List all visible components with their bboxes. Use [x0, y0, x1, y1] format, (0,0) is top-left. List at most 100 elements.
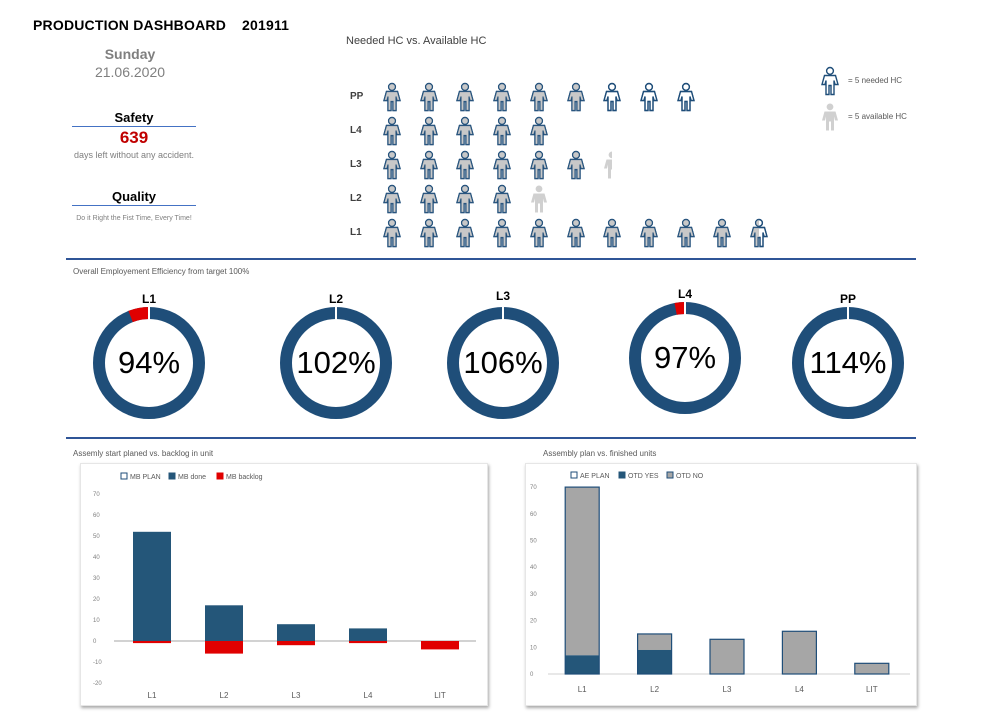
person-needed-available-icon	[492, 218, 512, 248]
donut-label: L1	[141, 292, 156, 306]
x-tick-label: L4	[364, 691, 373, 700]
donut-label: L3	[495, 289, 510, 303]
y-tick-label: 50	[530, 539, 537, 545]
legend-label: MB backlog	[226, 474, 263, 481]
bar-otd-no	[637, 633, 672, 650]
legend-item: AE PLAN	[570, 471, 610, 480]
y-tick-label: 20	[93, 597, 100, 603]
efficiency-title: Overall Employement Efficiency from targ…	[73, 267, 250, 276]
legend-swatch	[216, 472, 224, 480]
person-needed-available-icon	[529, 116, 549, 146]
donut-ring	[93, 307, 205, 419]
person-needed-available-icon	[382, 150, 402, 180]
person-needed-available-icon	[419, 116, 439, 146]
person-outline-icon	[602, 82, 622, 112]
person-outline-icon	[676, 82, 696, 112]
donut-ring	[280, 307, 392, 419]
bar-mb-done	[277, 624, 315, 641]
bar-mb-backlog	[133, 641, 171, 644]
headcount-row-label: L1	[350, 227, 362, 238]
efficiency-donut-pp	[792, 306, 904, 419]
y-tick-label: 10	[530, 645, 537, 651]
headcount-row-label: L3	[350, 159, 362, 170]
bar-mb-backlog	[349, 641, 387, 644]
donut-ring	[792, 307, 904, 419]
person-needed-available-icon	[492, 82, 512, 112]
person-needed-available-icon	[419, 150, 439, 180]
donut-value: 97%	[653, 340, 717, 375]
y-tick-label: 20	[530, 619, 537, 625]
headcount-row-label: L2	[350, 193, 362, 204]
person-needed-available-icon	[419, 82, 439, 112]
x-tick-label: LIT	[866, 685, 878, 694]
y-tick-label: 30	[530, 592, 537, 598]
donut-value: 114%	[809, 345, 887, 380]
x-tick-label: L1	[148, 691, 157, 700]
bar-mb-backlog	[421, 641, 459, 650]
person-needed-available-icon	[492, 184, 512, 214]
x-tick-label: L3	[723, 685, 732, 694]
section-divider	[66, 437, 916, 439]
bar-mb-done	[349, 628, 387, 641]
person-needed-available-icon	[492, 116, 512, 146]
person-needed-available-icon	[382, 218, 402, 248]
legend-label: AE PLAN	[580, 473, 610, 480]
y-tick-label: 40	[530, 565, 537, 571]
y-tick-label: 10	[93, 618, 100, 624]
bar-mb-backlog	[277, 641, 315, 646]
y-tick-label: 30	[93, 576, 100, 582]
y-tick-label: 40	[93, 555, 100, 561]
efficiency-donut-l4	[629, 301, 741, 414]
donut-ring	[447, 307, 559, 419]
y-tick-label: 0	[530, 672, 534, 678]
efficiency-donut-l2	[280, 306, 392, 419]
legend-needed-label: = 5 needed HC	[848, 76, 903, 85]
legend-label: MB PLAN	[130, 474, 161, 481]
efficiency-donut-l1	[93, 306, 205, 419]
y-tick-label: 60	[530, 512, 537, 518]
donut-value: 102%	[296, 345, 376, 380]
donut-value: 94%	[117, 345, 181, 380]
y-tick-label: -20	[93, 681, 102, 687]
person-needed-available-icon	[382, 82, 402, 112]
person-needed-available-icon	[602, 218, 622, 248]
person-filled-icon	[820, 100, 840, 134]
person-needed-available-icon	[749, 218, 769, 248]
donut-label: L2	[328, 292, 343, 306]
donut-value: 106%	[463, 345, 543, 380]
person-needed-available-icon	[676, 218, 696, 248]
legend-available-label: = 5 available HC	[848, 112, 907, 121]
finished-units-chart: 0 10 20 30 40 50 60 70 L1 L2 L3 L4 LIT AE PLAN OTD YES…	[525, 463, 917, 706]
legend-label: OTD YES	[628, 473, 659, 480]
person-filled-icon	[529, 184, 549, 214]
bar-otd-no	[565, 487, 600, 656]
legend-swatch	[168, 472, 176, 480]
legend-label: MB done	[178, 474, 206, 481]
legend-swatch	[570, 471, 578, 479]
person-needed-available-icon	[492, 150, 512, 180]
y-tick-label: 70	[530, 485, 537, 491]
person-filled-icon	[602, 150, 622, 180]
person-needed-available-icon	[455, 82, 475, 112]
y-tick-label: 0	[93, 639, 97, 645]
legend-swatch	[666, 471, 674, 479]
person-outline-icon	[820, 64, 840, 98]
bar-mb-backlog	[205, 641, 243, 654]
y-tick-label: 60	[93, 513, 100, 519]
person-filled-icon	[566, 116, 586, 146]
legend-swatch	[120, 472, 128, 480]
x-tick-label: LIT	[434, 691, 446, 700]
person-needed-available-icon	[455, 150, 475, 180]
legend-item: OTD YES	[618, 471, 659, 480]
y-tick-label: -10	[93, 660, 102, 666]
x-tick-label: L4	[795, 685, 804, 694]
person-needed-available-icon	[455, 184, 475, 214]
person-needed-available-icon	[566, 82, 586, 112]
headcount-pictogram: PP L4 L3 L2 L1	[0, 0, 1008, 260]
donut-label: L4	[677, 287, 692, 301]
backlog-chart: -20 -10 0 10 20 30 40 50 60 70 L1 L2 L3 L4 LIT MB PLAN M…	[80, 463, 488, 706]
efficiency-donut-l3	[447, 306, 559, 419]
donut-label: PP	[839, 292, 856, 306]
person-needed-available-icon	[382, 116, 402, 146]
person-needed-available-icon	[419, 184, 439, 214]
